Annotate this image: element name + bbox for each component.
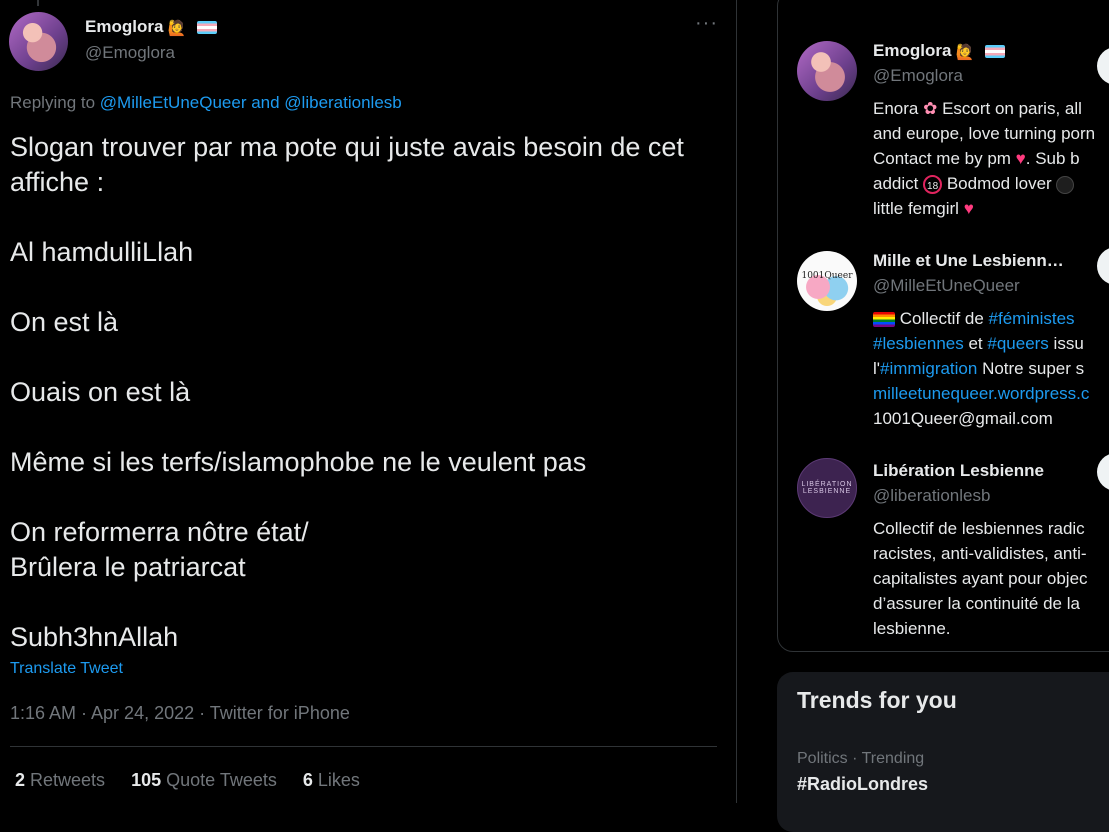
hearts-emoji-icon: ♥ xyxy=(1015,149,1026,168)
tweet-timestamp[interactable]: 1:16 AM · Apr 24, 2022 · Twitter for iPh… xyxy=(10,703,350,724)
avatar[interactable]: 1001Queer xyxy=(797,251,857,311)
person-handle[interactable]: @MilleEtUneQueer xyxy=(873,276,1020,296)
retweets-stat[interactable]: 2 Retweets xyxy=(15,770,105,791)
person-handle[interactable]: @liberationlesb xyxy=(873,486,990,506)
tweet-line: Al hamdulliLlah xyxy=(10,237,194,267)
website-link[interactable]: milleetunequeer.wordpress.c xyxy=(873,384,1089,403)
bio-text: issu xyxy=(1048,334,1084,353)
person-name-row[interactable]: Emoglora 🙋 xyxy=(873,41,1005,61)
relevant-people-card: Emoglora 🙋 @Emoglora Enora ✿ Escort on p… xyxy=(777,0,1109,652)
likes-label: Likes xyxy=(312,770,360,790)
person-bio: Collectif de lesbiennes radic racistes, … xyxy=(873,519,1088,638)
replying-to: Replying to @MilleEtUneQueer and @libera… xyxy=(10,93,402,113)
author-name-row[interactable]: Emoglora 🙋 xyxy=(85,17,217,37)
tweet-line: Même si les terfs/islamophobe ne le veul… xyxy=(10,447,587,477)
replying-prefix: Replying to xyxy=(10,93,100,112)
retweets-label: Retweets xyxy=(25,770,106,790)
author-avatar[interactable] xyxy=(9,12,68,71)
tweet-text: Slogan trouver par ma pote qui juste ava… xyxy=(10,130,710,655)
hashtag-link[interactable]: #queers xyxy=(987,334,1048,353)
mention-link[interactable]: @liberationlesb xyxy=(284,93,401,112)
tweet-line: Subh3hnAllah xyxy=(10,622,179,652)
bio-text: et xyxy=(963,334,988,353)
bio-text: Enora xyxy=(873,99,924,118)
thread-line xyxy=(37,0,39,6)
likes-count: 6 xyxy=(302,770,313,790)
transgender-flag-icon xyxy=(197,21,217,35)
avatar-logo-text: LIBÉRATION LESBIENNE xyxy=(801,481,853,495)
hashtag-link[interactable]: #féministes xyxy=(989,309,1075,328)
follow-button[interactable] xyxy=(1097,47,1109,85)
avatar[interactable] xyxy=(797,41,857,101)
trends-panel: Trends for you Politics · Trending #Radi… xyxy=(777,672,1109,832)
person-name-row[interactable]: Mille et Une Lesbienn… xyxy=(873,251,1064,271)
quote-tweets-stat[interactable]: 105 Quote Tweets xyxy=(131,770,277,791)
bio-text: l' xyxy=(873,359,881,378)
follow-button[interactable] xyxy=(1097,247,1109,285)
trends-title: Trends for you xyxy=(797,687,957,713)
translate-tweet-link[interactable]: Translate Tweet xyxy=(10,660,123,678)
tweet-line: On reformerra nôtre état/ xyxy=(10,517,309,547)
tweet-line: Brûlera le patriarcat xyxy=(10,552,246,582)
bio-email: 1001Queer@gmail.com xyxy=(873,409,1053,428)
person-emoji-icon: 🙋 xyxy=(955,43,975,61)
rainbow-flag-icon xyxy=(873,312,895,328)
retweets-count: 2 xyxy=(15,770,26,790)
person-name-row[interactable]: Libération Lesbienne xyxy=(873,461,1044,481)
no-under-18-icon: 18 xyxy=(923,175,943,195)
person-bio: Collectif de #féministes #lesbiennes et #… xyxy=(873,306,1109,431)
person-name[interactable]: Libération Lesbienne xyxy=(873,461,1044,480)
quotes-count: 105 xyxy=(131,770,162,790)
author-handle[interactable]: @Emoglora xyxy=(85,43,175,63)
more-horizontal-icon[interactable]: ··· xyxy=(695,13,717,36)
transgender-flag-icon xyxy=(985,45,1005,59)
avatar[interactable]: LIBÉRATION LESBIENNE xyxy=(797,458,857,518)
person-handle[interactable]: @Emoglora xyxy=(873,66,963,86)
black-heart-icon xyxy=(1056,175,1075,194)
person-emoji-icon: 🙋 xyxy=(167,19,187,37)
trend-category: Politics · Trending xyxy=(797,750,925,767)
bio-text: Collectif de xyxy=(895,309,989,328)
person-name[interactable]: Emoglora xyxy=(873,41,951,60)
avatar-logo-text: 1001Queer xyxy=(801,271,853,281)
tweet-line: Ouais on est là xyxy=(10,377,191,407)
quotes-label: Quote Tweets xyxy=(161,770,277,790)
flower-emoji-icon: ✿ xyxy=(923,99,938,118)
hashtag-link[interactable]: #lesbiennes xyxy=(873,334,964,353)
trend-item[interactable]: #RadioLondres xyxy=(797,774,928,795)
bio-text: Notre super s xyxy=(977,359,1085,378)
tweet-detail-column: Emoglora 🙋 @Emoglora ··· Replying to @Mi… xyxy=(0,0,737,803)
person-name[interactable]: Mille et Une Lesbienn… xyxy=(873,251,1064,270)
mention-link[interactable]: @MilleEtUneQueer xyxy=(100,93,247,112)
bio-text: little femgirl xyxy=(873,199,959,218)
replying-and: and xyxy=(246,93,285,112)
likes-stat[interactable]: 6 Likes xyxy=(303,770,360,791)
tweet-stats: 2 Retweets 105 Quote Tweets 6 Likes xyxy=(15,770,381,791)
person-bio: Enora ✿ Escort on paris, all and europe,… xyxy=(873,96,1109,221)
tweet-line: On est là xyxy=(10,307,119,337)
hashtag-link[interactable]: #immigration xyxy=(880,359,977,378)
follow-button[interactable] xyxy=(1097,453,1109,491)
bio-text: Bodmod lover xyxy=(942,174,1057,193)
hearts-emoji-icon: ♥ xyxy=(963,199,974,218)
tweet-line: Slogan trouver par ma pote qui juste ava… xyxy=(10,132,684,197)
author-name[interactable]: Emoglora xyxy=(85,17,163,36)
divider xyxy=(10,746,717,747)
